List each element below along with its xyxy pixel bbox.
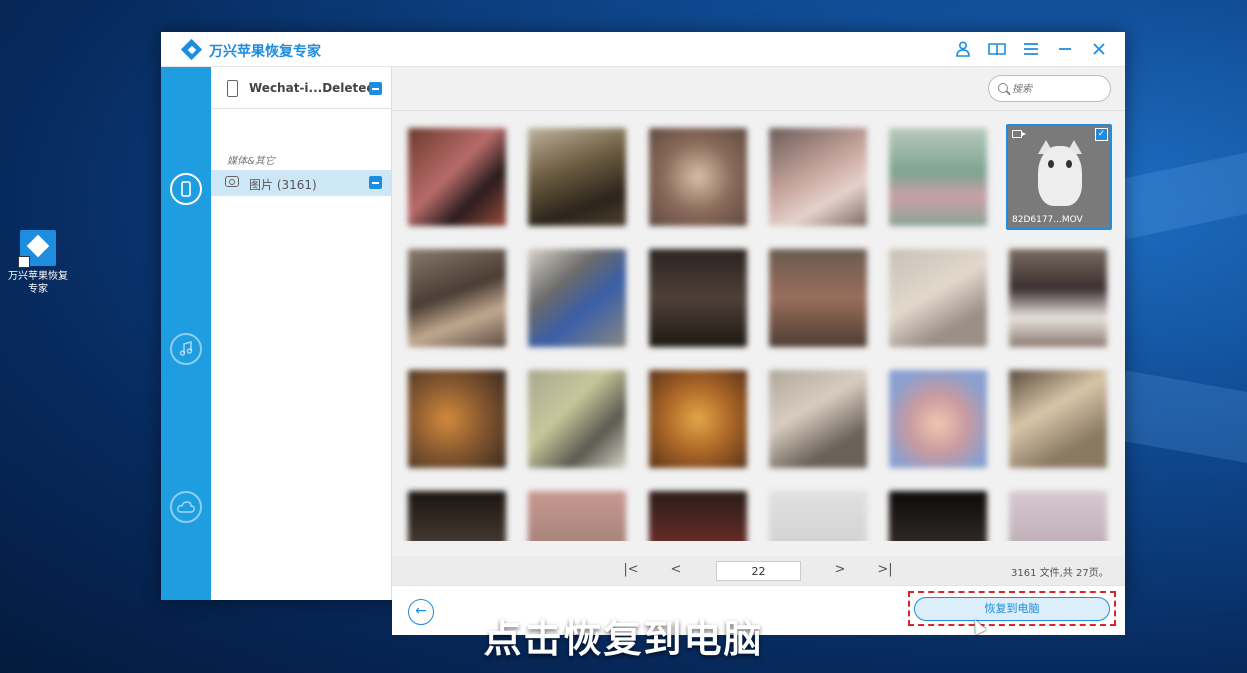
device-row[interactable]: Wechat-i...Deleted	[211, 67, 391, 109]
video-icon	[1012, 130, 1026, 138]
selected-file-name: 82D6177...MOV	[1012, 215, 1083, 225]
thumbnail[interactable]	[1009, 491, 1107, 541]
book-icon[interactable]	[987, 39, 1007, 59]
thumbnail[interactable]	[408, 249, 506, 347]
desktop-shortcut[interactable]: 万兴苹果恢复专家	[6, 230, 70, 296]
thumbnail-grid: ✓ 82D6177...MOV	[392, 111, 1125, 541]
category-label: 媒体&其它	[227, 156, 275, 167]
camera-icon	[225, 176, 239, 187]
phone-icon	[227, 80, 238, 97]
thumbnail[interactable]	[528, 128, 626, 226]
thumbnail[interactable]	[649, 249, 747, 347]
thumbnail[interactable]	[649, 491, 747, 541]
itunes-recover-icon[interactable]	[170, 333, 202, 365]
minimize-icon[interactable]	[1055, 39, 1075, 59]
app-logo-icon	[180, 38, 203, 61]
prev-page-button[interactable]: <	[666, 561, 686, 579]
page-info: 3161 文件,共 27页。	[1011, 568, 1109, 579]
search-input[interactable]	[1012, 81, 1102, 97]
search-icon	[998, 83, 1008, 93]
cat-figure	[1038, 146, 1082, 206]
thumbnail-selected[interactable]: ✓ 82D6177...MOV	[1006, 124, 1112, 230]
thumbnail[interactable]	[408, 370, 506, 468]
app-title: 万兴苹果恢复专家	[209, 44, 321, 60]
thumbnail[interactable]	[528, 491, 626, 541]
photos-checkbox[interactable]	[369, 176, 382, 189]
left-rail	[161, 67, 211, 600]
thumbnail[interactable]	[889, 128, 987, 226]
app-window: 万兴苹果恢复专家 Wechat-i...Deleted 媒体&其它 图片 (31…	[161, 32, 1125, 635]
thumbnail[interactable]	[889, 491, 987, 541]
thumbnail[interactable]	[769, 370, 867, 468]
close-icon[interactable]	[1089, 39, 1109, 59]
thumbnail[interactable]	[408, 128, 506, 226]
tree-item-label: 图片 (3161)	[249, 178, 317, 192]
thumbnail[interactable]	[649, 128, 747, 226]
titlebar: 万兴苹果恢复专家	[161, 32, 1125, 67]
toolbar	[392, 67, 1125, 111]
thumbnail[interactable]	[649, 370, 747, 468]
selected-check-icon[interactable]: ✓	[1095, 128, 1108, 141]
first-page-button[interactable]: |<	[621, 561, 641, 579]
tree-item-photos[interactable]: 图片 (3161)	[211, 170, 391, 196]
thumbnail[interactable]	[528, 370, 626, 468]
user-icon[interactable]	[953, 39, 973, 59]
thumbnail[interactable]	[408, 491, 506, 541]
pagination-bar: |< < > >| 3161 文件,共 27页。	[392, 556, 1125, 585]
thumbnail[interactable]	[1009, 370, 1107, 468]
last-page-button[interactable]: >|	[875, 561, 895, 579]
main-panel: ✓ 82D6177...MOV	[392, 67, 1125, 635]
page-number-input[interactable]	[716, 561, 801, 581]
thumbnail[interactable]	[1009, 249, 1107, 347]
device-name: Wechat-i...Deleted	[249, 81, 376, 95]
category-tree: Wechat-i...Deleted 媒体&其它 图片 (3161)	[211, 67, 392, 600]
search-box[interactable]	[988, 75, 1111, 102]
next-page-button[interactable]: >	[830, 561, 850, 579]
video-subtitle: 点击恢复到电脑	[483, 617, 764, 661]
thumbnail[interactable]	[889, 249, 987, 347]
thumbnail[interactable]	[889, 370, 987, 468]
desktop-light-beam	[1113, 139, 1247, 240]
thumbnail[interactable]	[528, 249, 626, 347]
thumbnail[interactable]	[769, 491, 867, 541]
thumbnail[interactable]	[769, 249, 867, 347]
device-checkbox[interactable]	[369, 82, 382, 95]
desktop-light-beam	[1113, 370, 1247, 475]
thumbnail[interactable]	[769, 128, 867, 226]
desktop-shortcut-label: 万兴苹果恢复专家	[8, 271, 68, 295]
icloud-recover-icon[interactable]	[170, 491, 202, 523]
menu-icon[interactable]	[1021, 39, 1041, 59]
app-shortcut-icon	[18, 230, 56, 268]
device-recover-icon[interactable]	[170, 173, 202, 205]
